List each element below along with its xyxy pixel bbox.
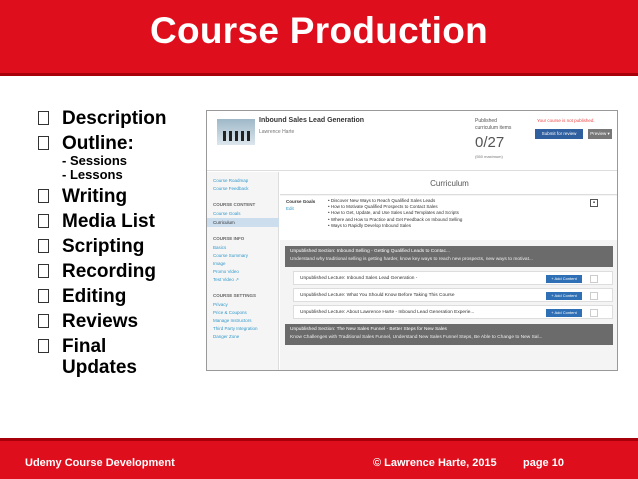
- bullet-item: Scripting: [38, 236, 213, 257]
- bullet-label-continued: Updates: [62, 357, 137, 378]
- bullet-label: Writing: [62, 186, 128, 207]
- bullet-label: Reviews: [62, 311, 139, 332]
- bullet-label: Description: [62, 108, 167, 129]
- footer-copyright: © Lawrence Harte, 2015: [373, 457, 497, 469]
- sidebar-heading-settings: COURSE SETTINGS: [213, 293, 257, 298]
- bullet-list: Description Outline: - Sessions - Lesson…: [38, 108, 213, 382]
- submit-for-review-button[interactable]: Submit for review: [535, 129, 583, 139]
- goal-item: • Where and How to Practice and Get Feed…: [328, 216, 463, 222]
- sidebar-item-course-summary[interactable]: Course Summary: [213, 253, 248, 258]
- published-label: Published curriculum items: [475, 118, 512, 131]
- bullet-box-icon: [38, 239, 49, 253]
- sidebar-item-course-roadmap[interactable]: Course Roadmap: [213, 178, 248, 183]
- bullet-box-icon: [38, 111, 49, 125]
- lecture-menu-icon[interactable]: [590, 309, 598, 317]
- bullet-label: Editing: [62, 286, 127, 307]
- published-max: (550 maximum): [475, 154, 503, 159]
- course-goals-list: • Discover New Ways to Reach Qualified S…: [328, 198, 462, 229]
- section-row[interactable]: Unpublished Section: The New Sales Funne…: [285, 324, 613, 345]
- bullet-box-icon: [38, 214, 49, 228]
- bullet-label: Final: [62, 336, 107, 357]
- not-published-notice: Your course is not published.: [537, 118, 595, 123]
- bullet-item: Reviews: [38, 311, 213, 332]
- lecture-title: Unpublished Lecture: Inbound Sales Lead …: [300, 276, 418, 281]
- goal-item: • How to Get, Update, and Use Sales Lead…: [328, 210, 459, 216]
- footer-bar: Udemy Course Development © Lawrence Hart…: [0, 438, 638, 479]
- lecture-row[interactable]: Unpublished Lecture: Inbound Sales Lead …: [293, 271, 613, 285]
- lecture-menu-icon[interactable]: [590, 275, 598, 283]
- section-description: Know Challenges with Traditional Sales F…: [290, 335, 543, 340]
- sidebar-item-price-coupons[interactable]: Price & Coupons: [213, 310, 247, 315]
- section-title: Unpublished Section: Inbound Selling - G…: [290, 249, 450, 254]
- published-count: 0/27: [475, 134, 505, 151]
- section-title: Unpublished Section: The New Sales Funne…: [290, 327, 447, 332]
- bullet-label: Scripting: [62, 236, 145, 257]
- footer-course-name: Udemy Course Development: [25, 457, 175, 469]
- course-header: Inbound Sales Lead Generation Lawrence H…: [207, 111, 617, 171]
- bullet-box-icon: [38, 314, 49, 328]
- bullet-box-icon: [38, 136, 49, 150]
- bullet-box-icon: [38, 264, 49, 278]
- instructor-name: Lawrence Harte: [259, 129, 295, 135]
- bullet-sub-label: - Lessons: [62, 167, 123, 182]
- sidebar-item-test-video[interactable]: Test Video ↗: [213, 277, 239, 283]
- curriculum-header: Curriculum: [280, 172, 617, 195]
- bullet-box-icon: [38, 289, 49, 303]
- curriculum-title: Curriculum: [430, 179, 469, 188]
- lecture-menu-icon[interactable]: [590, 292, 598, 300]
- bullet-item: Writing: [38, 186, 213, 207]
- sidebar-item-privacy[interactable]: Privacy: [213, 302, 228, 307]
- course-goals-edit-link[interactable]: Edit: [286, 206, 294, 211]
- sidebar-item-curriculum[interactable]: Curriculum: [213, 220, 235, 225]
- sidebar-item-third-party[interactable]: Third Party Integration: [213, 326, 258, 331]
- bullet-item: Media List: [38, 211, 213, 232]
- goal-item: • Ways to Rapidly Develop Inbound Sales: [328, 222, 411, 228]
- add-content-button[interactable]: + Add Content: [546, 309, 582, 317]
- sidebar-item-danger-zone[interactable]: Danger Zone: [213, 334, 239, 339]
- lecture-row[interactable]: Unpublished Lecture: What You Should Kno…: [293, 288, 613, 302]
- sidebar-item-course-goals[interactable]: Course Goals: [213, 211, 241, 216]
- lecture-title: Unpublished Lecture: About Lawrence Hart…: [300, 310, 475, 315]
- bullet-item: Outline: - Sessions - Lessons: [38, 133, 213, 182]
- bullet-item: Final Updates: [38, 336, 213, 378]
- course-goals-label: Course Goals: [286, 199, 316, 204]
- bullet-item: Editing: [38, 286, 213, 307]
- preview-button[interactable]: Preview ▾: [588, 129, 612, 139]
- curriculum-panel: Curriculum Course Goals Edit • Discover …: [280, 172, 617, 370]
- lecture-title: Unpublished Lecture: What You Should Kno…: [300, 293, 455, 298]
- footer-page-number: page 10: [523, 457, 564, 469]
- course-title: Inbound Sales Lead Generation: [259, 117, 365, 124]
- section-row[interactable]: Unpublished Section: Inbound Selling - G…: [285, 246, 613, 267]
- bullet-item: Recording: [38, 261, 213, 282]
- bullet-box-icon: [38, 339, 49, 353]
- udemy-screenshot: Inbound Sales Lead Generation Lawrence H…: [206, 110, 618, 371]
- sidebar-item-basics[interactable]: Basics: [213, 245, 226, 250]
- add-content-button[interactable]: + Add Content: [546, 292, 582, 300]
- add-content-button[interactable]: + Add Content: [546, 275, 582, 283]
- bullet-label: Outline:: [62, 133, 134, 154]
- course-thumbnail: [217, 119, 255, 145]
- sidebar-item-image[interactable]: Image: [213, 261, 226, 266]
- slide-title: Course Production: [149, 10, 489, 51]
- bullet-label: Media List: [62, 211, 155, 232]
- sidebar-item-promo-video[interactable]: Promo Video: [213, 269, 239, 274]
- bullet-sub-label: - Sessions: [62, 153, 128, 168]
- sidebar-heading-info: COURSE INFO: [213, 236, 245, 241]
- sidebar-item-course-feedback[interactable]: Course Feedback: [213, 186, 249, 191]
- course-sidebar: Course Roadmap Course Feedback COURSE CO…: [207, 172, 279, 370]
- lecture-row[interactable]: Unpublished Lecture: About Lawrence Hart…: [293, 305, 613, 319]
- title-banner: Course Production: [0, 0, 638, 76]
- bullet-label: Recording: [62, 261, 156, 282]
- sidebar-item-manage-instructors[interactable]: Manage Instructors: [213, 318, 252, 323]
- course-goals: Course Goals Edit • Discover New Ways to…: [280, 196, 617, 240]
- bullet-item: Description: [38, 108, 213, 129]
- bullet-box-icon: [38, 189, 49, 203]
- sidebar-heading-content: COURSE CONTENT: [213, 202, 256, 207]
- section-description: Understand why traditional selling is ge…: [290, 257, 533, 262]
- collapse-icon[interactable]: ▪: [590, 199, 598, 207]
